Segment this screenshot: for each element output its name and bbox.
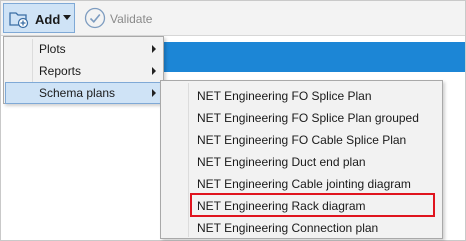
submenu-item-fo-splice-plan-grouped[interactable]: NET Engineering FO Splice Plan grouped — [197, 111, 419, 125]
submenu-item-connection-plan[interactable]: NET Engineering Connection plan — [197, 221, 378, 235]
chevron-right-icon — [152, 89, 156, 97]
submenu-item-fo-splice-plan[interactable]: NET Engineering FO Splice Plan — [197, 89, 372, 103]
menu-item-label: Reports — [39, 64, 82, 78]
menu-item-plots[interactable]: Plots — [5, 38, 162, 60]
chevron-right-icon — [152, 67, 156, 75]
toolbar: Add Validate — [1, 1, 465, 36]
menu-item-schema-plans[interactable]: Schema plans — [5, 82, 162, 104]
menu-gutter-divider — [188, 83, 189, 237]
highlight-annotation-box — [190, 193, 435, 217]
submenu-item-fo-cable-splice-plan[interactable]: NET Engineering FO Cable Splice Plan — [197, 133, 406, 147]
add-button[interactable]: Add — [3, 3, 75, 33]
submenu-item-cable-jointing-diagram[interactable]: NET Engineering Cable jointing diagram — [197, 177, 411, 191]
menu-item-reports[interactable]: Reports — [5, 60, 162, 82]
add-folder-icon — [8, 9, 30, 29]
checkmark-circle-icon — [84, 7, 106, 29]
menu-item-label: Schema plans — [39, 86, 116, 100]
add-menu: Plots Reports Schema plans — [3, 36, 164, 104]
chevron-down-icon — [63, 15, 71, 20]
chevron-right-icon — [152, 45, 156, 53]
selected-row-background — [160, 42, 465, 72]
validate-button-label: Validate — [110, 12, 153, 26]
submenu-item-duct-end-plan[interactable]: NET Engineering Duct end plan — [197, 155, 366, 169]
add-button-label: Add — [35, 12, 61, 27]
menu-item-label: Plots — [39, 42, 66, 56]
